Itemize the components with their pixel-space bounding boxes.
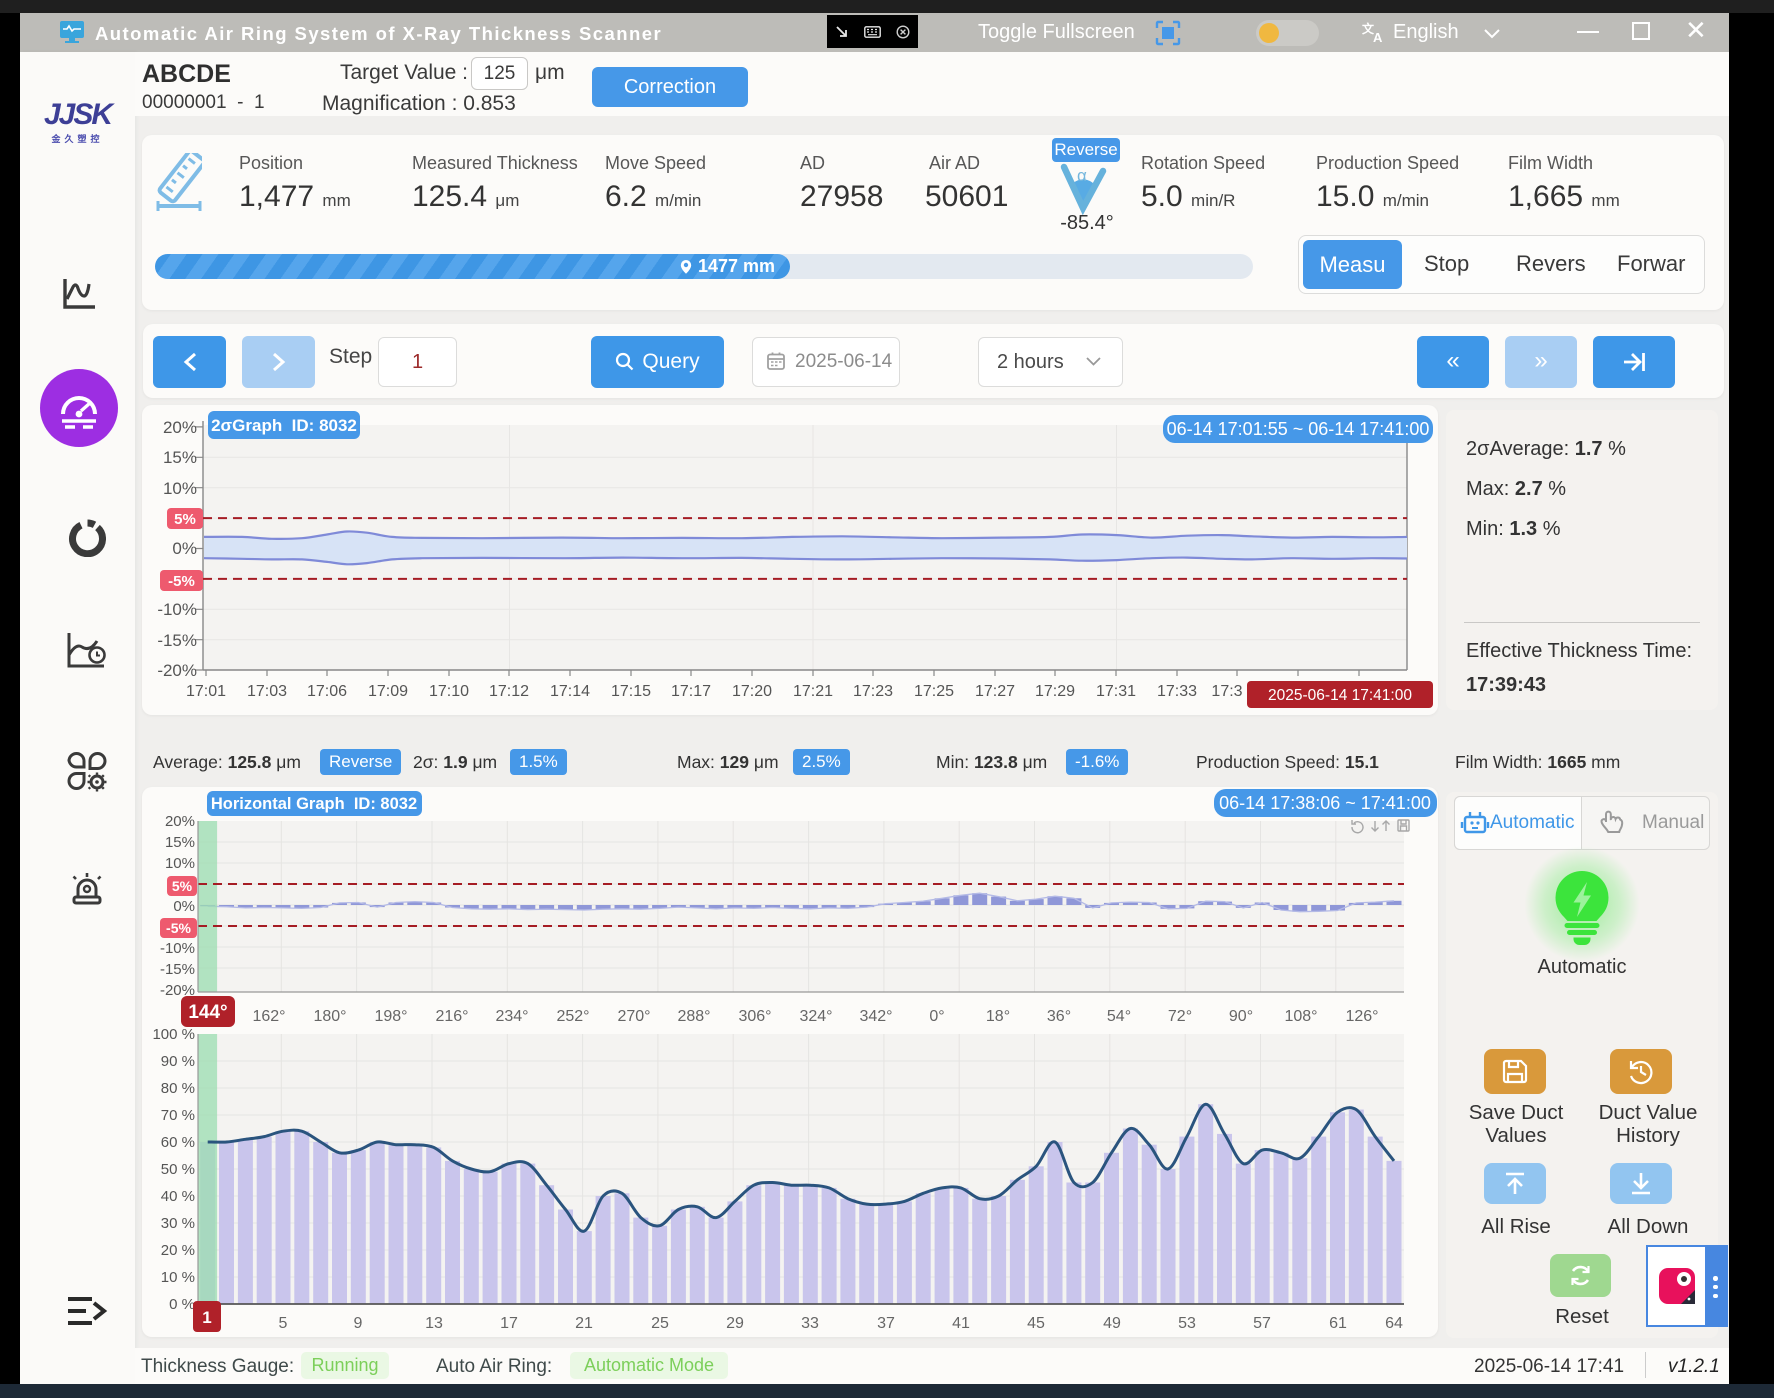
svg-text:18°: 18° xyxy=(986,1008,1010,1025)
svg-text:33: 33 xyxy=(801,1315,819,1332)
svg-text:9: 9 xyxy=(354,1315,363,1332)
svg-text:162°: 162° xyxy=(252,1008,285,1025)
svg-text:60 %: 60 % xyxy=(161,1134,195,1151)
svg-text:198°: 198° xyxy=(374,1008,407,1025)
svg-text:30 %: 30 % xyxy=(161,1215,195,1232)
svg-text:36°: 36° xyxy=(1047,1008,1071,1025)
svg-text:17:20: 17:20 xyxy=(732,683,772,700)
svg-text:41: 41 xyxy=(952,1315,970,1332)
svg-text:0%: 0% xyxy=(172,539,197,558)
svg-text:5: 5 xyxy=(279,1315,288,1332)
svg-text:50 %: 50 % xyxy=(161,1161,195,1178)
svg-text:20 %: 20 % xyxy=(161,1242,195,1259)
svg-text:-10%: -10% xyxy=(157,600,197,619)
svg-text:324°: 324° xyxy=(799,1008,832,1025)
svg-text:17:3: 17:3 xyxy=(1211,683,1242,700)
svg-text:126°: 126° xyxy=(1345,1008,1378,1025)
svg-text:53: 53 xyxy=(1178,1315,1196,1332)
svg-text:17:33: 17:33 xyxy=(1157,683,1197,700)
svg-text:17:31: 17:31 xyxy=(1096,683,1136,700)
svg-text:80 %: 80 % xyxy=(161,1080,195,1097)
svg-text:144°: 144° xyxy=(188,1002,227,1023)
svg-text:72°: 72° xyxy=(1168,1008,1192,1025)
svg-text:-5%: -5% xyxy=(168,573,195,590)
svg-text:10 %: 10 % xyxy=(161,1269,195,1286)
svg-text:0%: 0% xyxy=(173,898,195,915)
svg-text:20%: 20% xyxy=(165,813,195,830)
svg-text:17:14: 17:14 xyxy=(550,683,590,700)
svg-text:α: α xyxy=(1077,166,1087,185)
svg-text:17:25: 17:25 xyxy=(914,683,954,700)
svg-text:17: 17 xyxy=(500,1315,518,1332)
svg-text:61: 61 xyxy=(1329,1315,1347,1332)
svg-text:-10%: -10% xyxy=(160,940,195,957)
svg-text:29: 29 xyxy=(726,1315,744,1332)
svg-text:10%: 10% xyxy=(165,855,195,872)
svg-text:17:21: 17:21 xyxy=(793,683,833,700)
svg-text:15%: 15% xyxy=(165,834,195,851)
svg-text:45: 45 xyxy=(1027,1315,1045,1332)
svg-text:-5%: -5% xyxy=(166,920,191,936)
svg-text:70 %: 70 % xyxy=(161,1107,195,1124)
svg-text:270°: 270° xyxy=(617,1008,650,1025)
svg-text:1: 1 xyxy=(202,1308,211,1327)
svg-text:17:15: 17:15 xyxy=(611,683,651,700)
svg-text:0°: 0° xyxy=(929,1008,944,1025)
svg-text:17:01: 17:01 xyxy=(186,683,226,700)
svg-text:64: 64 xyxy=(1385,1315,1403,1332)
svg-text:2025-06-14 17:41:00: 2025-06-14 17:41:00 xyxy=(1268,687,1412,704)
svg-text:90°: 90° xyxy=(1229,1008,1253,1025)
svg-text:216°: 216° xyxy=(435,1008,468,1025)
svg-text:06-14 17:01:55 ~ 06-14 17:41:0: 06-14 17:01:55 ~ 06-14 17:41:00 xyxy=(1167,419,1430,439)
svg-text:-15%: -15% xyxy=(157,631,197,650)
svg-text:17:17: 17:17 xyxy=(671,683,711,700)
svg-text:17:10: 17:10 xyxy=(429,683,469,700)
svg-text:-20%: -20% xyxy=(157,661,197,680)
svg-text:-15%: -15% xyxy=(160,961,195,978)
svg-text:288°: 288° xyxy=(677,1008,710,1025)
svg-text:17:09: 17:09 xyxy=(368,683,408,700)
svg-text:17:23: 17:23 xyxy=(853,683,893,700)
svg-text:5%: 5% xyxy=(174,511,196,528)
svg-text:37: 37 xyxy=(877,1315,895,1332)
svg-text:25: 25 xyxy=(651,1315,669,1332)
svg-text:40 %: 40 % xyxy=(161,1188,195,1205)
svg-text:57: 57 xyxy=(1253,1315,1271,1332)
svg-text:180°: 180° xyxy=(313,1008,346,1025)
svg-text:5%: 5% xyxy=(172,878,193,894)
svg-text:17:29: 17:29 xyxy=(1035,683,1075,700)
svg-text:252°: 252° xyxy=(556,1008,589,1025)
svg-text:49: 49 xyxy=(1103,1315,1121,1332)
svg-text:A: A xyxy=(1373,30,1383,45)
svg-text:54°: 54° xyxy=(1107,1008,1131,1025)
svg-text:2σGraph ID: 8032: 2σGraph ID: 8032 xyxy=(211,416,357,435)
svg-text:17:12: 17:12 xyxy=(489,683,529,700)
svg-text:20%: 20% xyxy=(163,418,197,437)
svg-text:Horizontal Graph ID: 8032: Horizontal Graph ID: 8032 xyxy=(211,795,417,813)
svg-text:306°: 306° xyxy=(738,1008,771,1025)
svg-text:100 %: 100 % xyxy=(152,1026,195,1043)
svg-text:108°: 108° xyxy=(1284,1008,1317,1025)
svg-text:17:27: 17:27 xyxy=(975,683,1015,700)
svg-text:10%: 10% xyxy=(163,479,197,498)
svg-text:06-14 17:38:06 ~ 17:41:00: 06-14 17:38:06 ~ 17:41:00 xyxy=(1219,793,1431,813)
svg-text:13: 13 xyxy=(425,1315,443,1332)
svg-text:21: 21 xyxy=(575,1315,593,1332)
svg-text:342°: 342° xyxy=(859,1008,892,1025)
svg-text:17:06: 17:06 xyxy=(307,683,347,700)
svg-text:234°: 234° xyxy=(495,1008,528,1025)
svg-text:0 %: 0 % xyxy=(169,1296,195,1313)
svg-text:90 %: 90 % xyxy=(161,1053,195,1070)
svg-text:17:03: 17:03 xyxy=(247,683,287,700)
svg-text:15%: 15% xyxy=(163,448,197,467)
